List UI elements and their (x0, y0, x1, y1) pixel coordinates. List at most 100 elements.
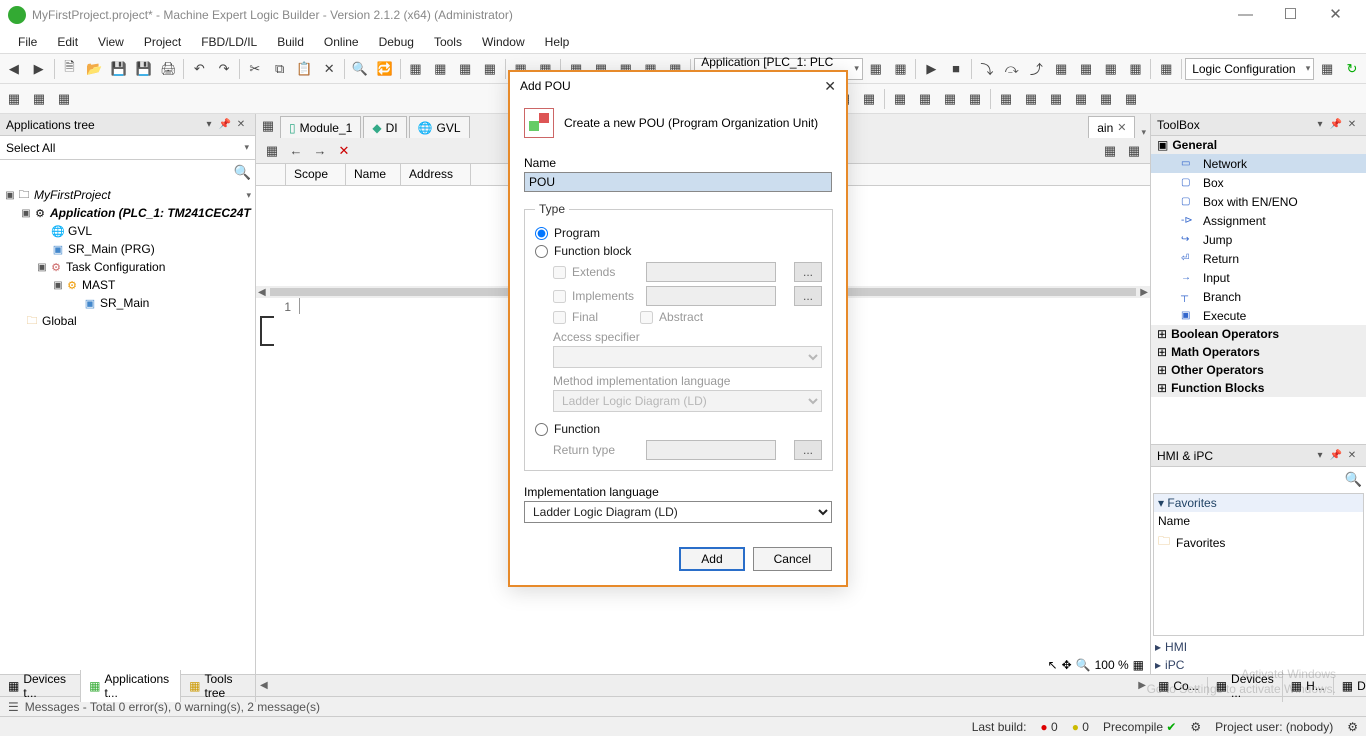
cancel-button[interactable]: Cancel (753, 547, 832, 571)
tb2-k[interactable]: ▦ (963, 87, 987, 111)
tree-global[interactable]: Global (40, 314, 77, 328)
radio-program-label[interactable]: Program (554, 226, 600, 240)
radio-fb-label[interactable]: Function block (554, 244, 631, 258)
toolbox-close-button[interactable]: ✕ (1344, 119, 1360, 130)
center-tb-a[interactable]: ▦ (256, 114, 280, 138)
btab-applications-tree[interactable]: ▦Applications t... (81, 670, 181, 702)
tb-q[interactable]: ▦ (1124, 57, 1148, 81)
btab-devices-tree[interactable]: ▦Devices t... (0, 670, 81, 702)
toolbox-item-jump[interactable]: ↪Jump (1151, 230, 1366, 249)
paste-button[interactable]: 📋 (293, 57, 317, 81)
tb2-g[interactable]: ▦ (857, 87, 881, 111)
doc-tb-view2[interactable]: ▦ (1122, 139, 1146, 163)
toolbox-item-execute[interactable]: ▣Execute (1151, 306, 1366, 325)
center-scroll-left-icon[interactable]: ◀ (256, 680, 272, 691)
dialog-close-button[interactable]: ✕ (824, 78, 836, 95)
menu-file[interactable]: File (8, 32, 47, 52)
minimize-button[interactable]: — (1223, 1, 1268, 29)
toolbox-item-return[interactable]: ⏎Return (1151, 249, 1366, 268)
cursor-icon[interactable]: ↖ (1048, 658, 1058, 672)
run-button[interactable]: ▶ (919, 57, 943, 81)
forward-button[interactable]: ▶ (27, 57, 51, 81)
status-end-icon[interactable]: ⚙ (1347, 720, 1358, 734)
tb-n[interactable]: ▦ (1049, 57, 1073, 81)
col-scope[interactable]: Scope (286, 164, 346, 185)
tree-sr-main[interactable]: SR_Main (98, 296, 149, 310)
tb2-l[interactable]: ▦ (994, 87, 1018, 111)
menu-edit[interactable]: Edit (47, 32, 88, 52)
menu-project[interactable]: Project (134, 32, 191, 52)
radio-program[interactable] (535, 227, 548, 240)
tree-dropdown-icon[interactable]: ▾ (246, 190, 251, 201)
zoom-fit-icon[interactable]: ▦ (1133, 658, 1144, 672)
doc-tb-delete[interactable]: ✕ (332, 139, 356, 163)
tree-task-config[interactable]: Task Configuration (64, 260, 165, 274)
toolbox-group-fb[interactable]: ⊞Function Blocks (1151, 379, 1366, 397)
save-all-button[interactable]: 💾 (132, 57, 156, 81)
menu-build[interactable]: Build (267, 32, 314, 52)
toolbox-group-general[interactable]: ▣ General (1151, 136, 1366, 154)
tb-r[interactable]: ▦ (1154, 57, 1178, 81)
tb-c[interactable]: ▦ (453, 57, 477, 81)
favorites-item[interactable]: 🗀 Favorites (1154, 530, 1363, 555)
undo-button[interactable]: ↶ (187, 57, 211, 81)
panel-collapse-button[interactable]: ▾ (201, 119, 217, 130)
tb-b[interactable]: ▦ (428, 57, 452, 81)
tab-gvl[interactable]: 🌐 GVL (409, 116, 470, 138)
new-button[interactable]: 🗎 (58, 57, 82, 81)
tb2-m[interactable]: ▦ (1019, 87, 1043, 111)
tb2-n[interactable]: ▦ (1044, 87, 1068, 111)
doc-tb-a[interactable]: ▦ (260, 139, 284, 163)
tb2-q[interactable]: ▦ (1119, 87, 1143, 111)
tb2-a[interactable]: ▦ (2, 87, 26, 111)
radio-function-block[interactable] (535, 245, 548, 258)
tab-sr-main[interactable]: ain ✕ (1088, 116, 1135, 138)
delete-button[interactable]: ✕ (317, 57, 341, 81)
tb-d[interactable]: ▦ (478, 57, 502, 81)
hmiipc-pin-button[interactable]: 📌 (1328, 450, 1344, 461)
tb2-o[interactable]: ▦ (1069, 87, 1093, 111)
doc-tb-fwd[interactable]: → (308, 139, 332, 163)
tabs-overflow-icon[interactable]: ▾ (1137, 127, 1150, 138)
find-button[interactable]: 🔍 (348, 57, 372, 81)
radio-function-label[interactable]: Function (554, 422, 600, 436)
tb2-h[interactable]: ▦ (888, 87, 912, 111)
stop-button[interactable]: ■ (944, 57, 968, 81)
tree-toggle[interactable]: ▣ (20, 208, 32, 219)
doc-tb-back[interactable]: ← (284, 139, 308, 163)
toolbox-item-network[interactable]: ▭Network (1151, 154, 1366, 173)
tb-a[interactable]: ▦ (404, 57, 428, 81)
zoom-icon[interactable]: 🔍 (1076, 658, 1091, 672)
cut-button[interactable]: ✂ (243, 57, 267, 81)
toolbox-collapse-button[interactable]: ▾ (1312, 119, 1328, 130)
menu-view[interactable]: View (88, 32, 134, 52)
toolbox-item-box[interactable]: ▢Box (1151, 173, 1366, 192)
menu-online[interactable]: Online (314, 32, 369, 52)
step-out-button[interactable]: ⤴ (1025, 57, 1049, 81)
tree-mast[interactable]: MAST (80, 278, 115, 292)
maximize-button[interactable]: ☐ (1268, 1, 1313, 29)
tb-o[interactable]: ▦ (1074, 57, 1098, 81)
hmiipc-collapse-button[interactable]: ▾ (1312, 450, 1328, 461)
tree-gvl[interactable]: GVL (66, 224, 92, 238)
search-icon[interactable]: 🔍 (1345, 471, 1362, 488)
select-all-combo[interactable]: Select All▾ (0, 136, 255, 160)
messages-icon[interactable]: ☰ (8, 700, 19, 714)
menu-debug[interactable]: Debug (369, 32, 424, 52)
tb2-i[interactable]: ▦ (913, 87, 937, 111)
tree-toggle[interactable]: ▣ (52, 280, 64, 291)
panel-close-button[interactable]: ✕ (233, 119, 249, 130)
tb-m[interactable]: ▦ (889, 57, 913, 81)
menu-help[interactable]: Help (535, 32, 580, 52)
impl-lang-select[interactable]: Ladder Logic Diagram (LD) (524, 501, 832, 523)
tab-di[interactable]: ◆ DI (363, 116, 406, 138)
refresh-button[interactable]: ↻ (1340, 57, 1364, 81)
tb2-c[interactable]: ▦ (52, 87, 76, 111)
doc-tb-view1[interactable]: ▦ (1098, 139, 1122, 163)
hmiipc-close-button[interactable]: ✕ (1344, 450, 1360, 461)
toolbox-item-box-en[interactable]: ▢Box with EN/ENO (1151, 192, 1366, 211)
tree-sr-main-prg[interactable]: SR_Main (PRG) (66, 242, 155, 256)
messages-text[interactable]: Messages - Total 0 error(s), 0 warning(s… (25, 700, 320, 714)
tree-toggle[interactable]: ▣ (36, 262, 48, 273)
btab-tools-tree[interactable]: ▦Tools tree (181, 670, 256, 702)
